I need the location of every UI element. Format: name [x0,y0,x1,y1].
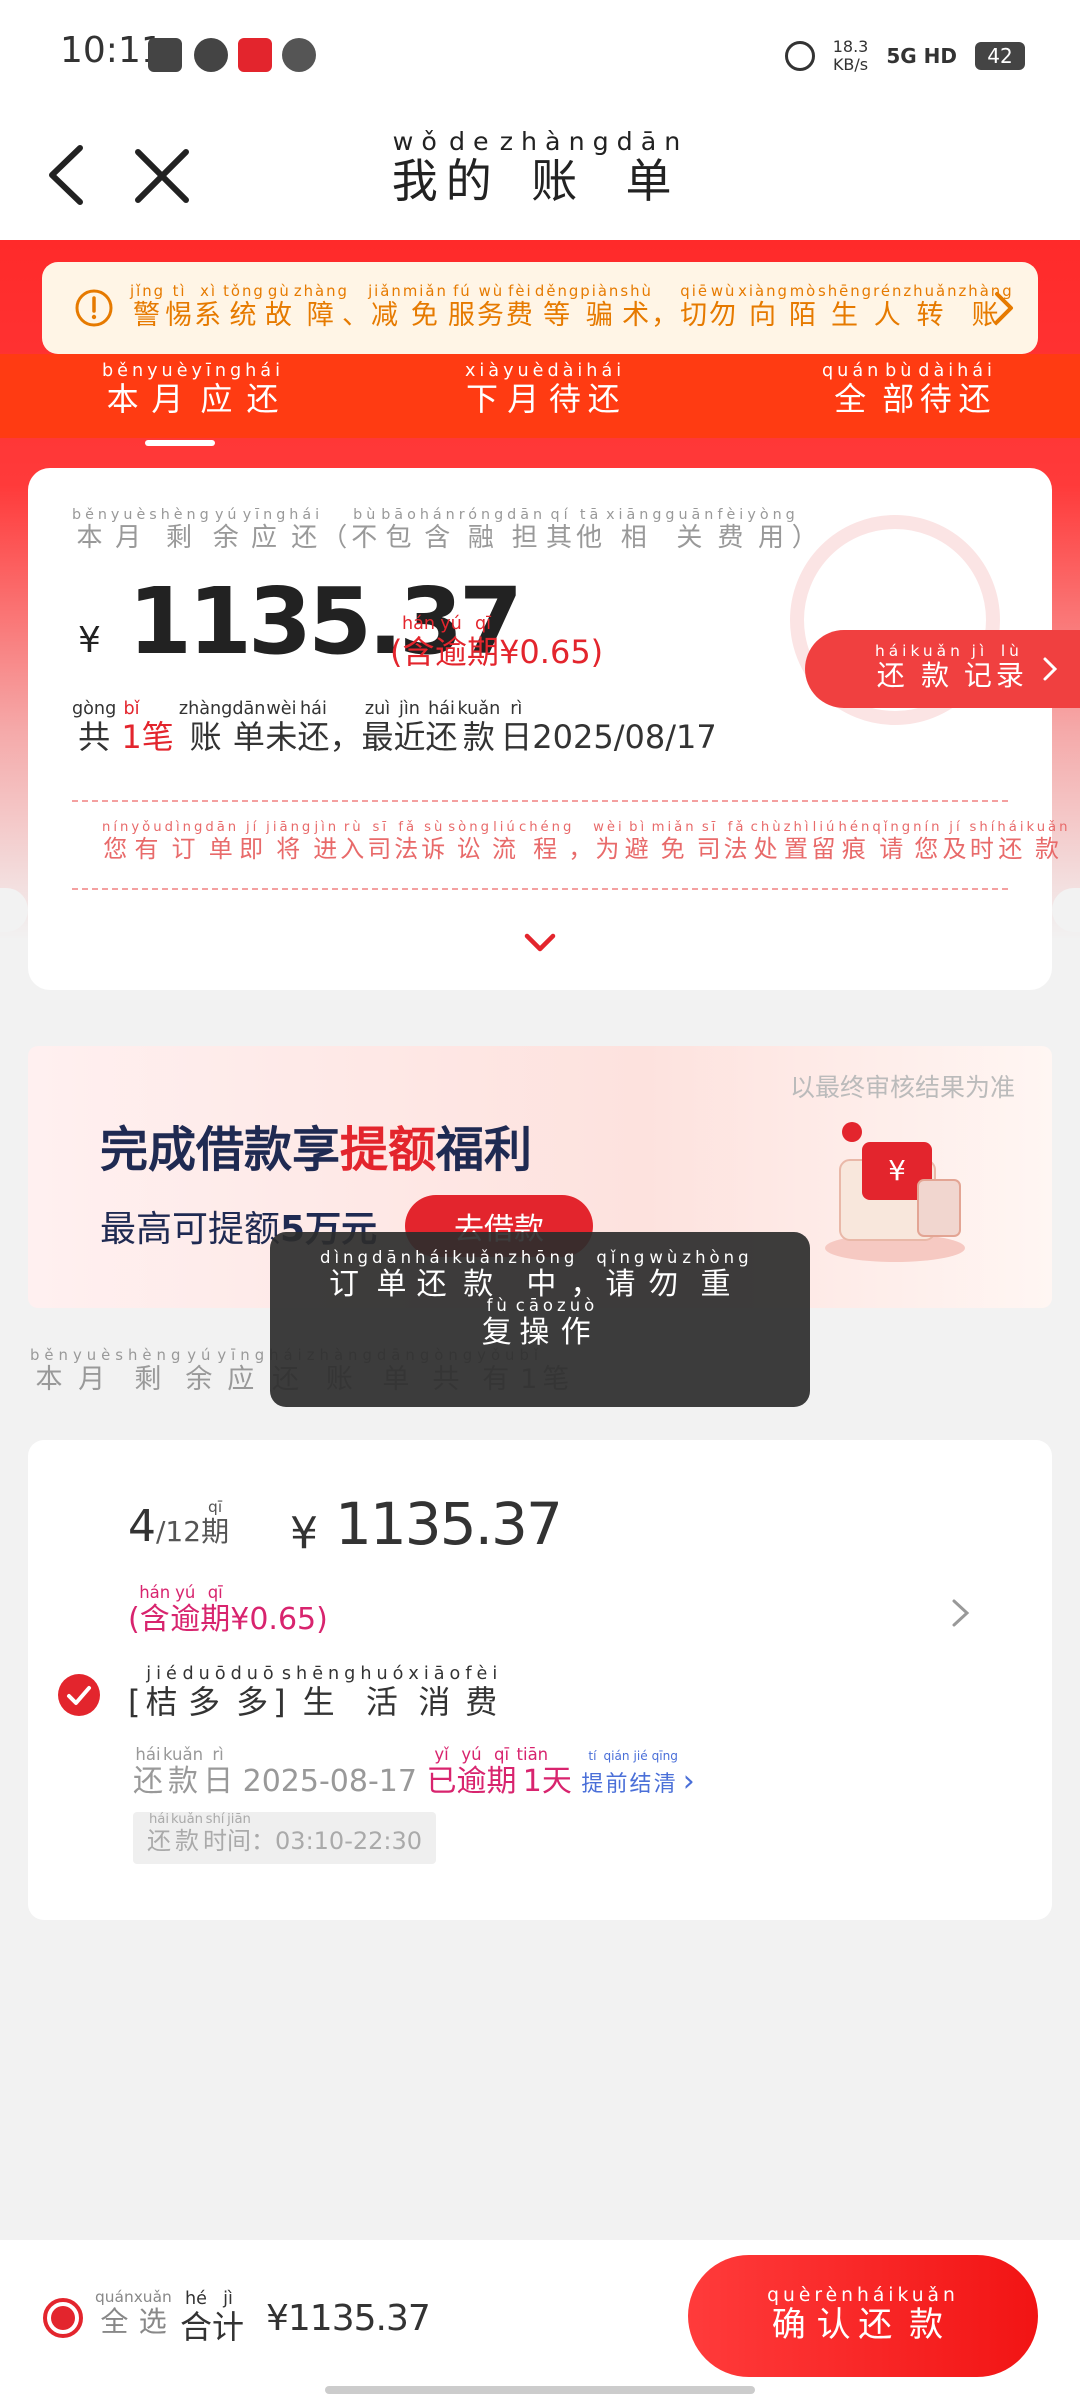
divider [72,800,1008,802]
check-icon[interactable] [58,1674,100,1716]
chevron-right-icon [995,292,1013,324]
bill-count-line: 共gòng 1bǐ笔 账zhàng单dān未wèi还hái，最zuì近jìn还h… [72,699,717,758]
alarm-icon [784,40,815,71]
confirm-repay-button[interactable]: 确què 认rèn 还hái 款kuǎn [688,2255,1038,2377]
banner-title: 完成借款享提额福利 [100,1110,532,1180]
status-right: 18.3 KB/s 5G HD 42 [784,37,1025,74]
prepay-link-label: 提tí前qián结jié清qīng [581,1749,678,1797]
period-number: 4 [128,1501,156,1552]
repay-time-value: 03:10-22:30 [275,1827,423,1855]
check-icon [51,2306,75,2330]
product-brand: [桔jié多duō多duō] [128,1664,291,1721]
header: 我wǒ的de账zhàng单dān [0,110,1080,240]
chevron-down-icon[interactable] [522,930,558,956]
total-label: 合hé计jì [180,2289,245,2346]
select-all-label[interactable]: 全quán选xuǎn [95,2288,172,2340]
speed-unit: KB/s [832,54,869,74]
network-speed: 18.3 [832,37,869,56]
banner-disclaimer: 以最终审核结果为准 [790,1073,1016,1102]
recent-repay-date: 2025/08/17 [532,718,717,756]
product-name: [桔jié多duō多duō]生shēng活huó消xiāo费fèi [128,1664,503,1723]
bill-overdue-prefix: (含hán逾yú期qī [128,1583,231,1637]
chevron-right-icon [1043,657,1058,681]
chevron-right-icon: › [682,1764,695,1799]
svg-text:¥: ¥ [888,1154,906,1187]
toast-message: 订dìng单dān还hái款kuǎn中zhōng，请qǐng勿wù重zhòng复… [270,1232,810,1407]
gift-icon: ¥ [825,1122,965,1262]
tab-bar: 本běn月yuè应yīng还hái 下xià月yuè待dài还hái 全quán… [0,354,1080,438]
currency-symbol: ¥ [78,620,101,661]
overdue-included: (含hán逾yú期qī¥0.65) [390,614,604,673]
banner-title-highlight: 提额 [340,1122,437,1178]
count-middle: 账zhàng单dān未wèi还hái，最zuì近jìn还hái款kuǎn日rì [178,699,533,756]
overdue-status: 已yǐ逾yú期qī1tiān天 [426,1745,572,1799]
overdue-value: ¥0.65) [499,633,604,671]
chevron-right-icon[interactable] [950,1598,972,1628]
bill-overdue-included: (含hán逾yú期qī¥0.65) [128,1583,328,1638]
banner-sub-pre: 最高可提额 [100,1209,281,1250]
count-prefix: 共gòng [72,699,117,756]
due-label: 还hái款kuǎn日rì [133,1745,234,1799]
battery-indicator: 42 [975,41,1025,70]
tab-all-pending[interactable]: 全quán部bù待dài还hái [822,361,996,420]
total-amount: ¥1135.37 [266,2298,431,2339]
fraud-notice-text: 警jǐng惕tì系xì统tǒng故gù障zhàng、减jiǎn免miǎn服fú务… [130,282,1014,331]
repayment-history-button[interactable]: 还hái款kuǎn记jì录lù [805,630,1080,708]
tab-next-month[interactable]: 下xià月yuè待dài还hái [465,361,625,420]
repay-time-badge: 还hái款kuǎn时shí间jiān：03:10-22:30 [133,1812,437,1864]
select-all-checkbox[interactable] [43,2298,83,2338]
prepay-link[interactable]: 提tí前qián结jié清qīng › [581,1749,694,1799]
home-indicator[interactable] [325,2386,755,2394]
legal-warning: 您nín有yǒu订dìng单dān即jí将jiāng进jìn入rù司sī法fǎ诉… [102,820,1071,863]
divider [72,888,1008,890]
banner-title-post: 福利 [436,1122,533,1178]
status-bar: 10:11 18.3 KB/s 5G HD 42 [0,0,1080,110]
banner-title-pre: 完成借款享 [100,1122,341,1178]
period-total: /12 [156,1515,202,1548]
bill-amount: 1135.37 [335,1490,563,1558]
due-line: 还hái款kuǎn日rì 2025-08-17 已yǐ逾yú期qī1tiān天 … [133,1745,695,1800]
message-icon [194,38,228,72]
product-type: 生shēng活huó消xiāo费fèi [281,1664,503,1721]
repayment-history-label: 还hái款kuǎn记jì录lù [875,642,1028,692]
period-unit: 期qī [201,1498,230,1548]
overdue-prefix: (含hán逾yú期qī [390,614,500,671]
warning-icon [75,289,113,327]
due-date: 2025-08-17 [242,1764,417,1799]
fraud-notice-banner[interactable]: 警jǐng惕tì系xì统tǒng故gù障zhàng、减jiǎn免miǎn服fú务… [42,262,1038,354]
summary-label: 本běn月yuè剩shèng余yú应yīng还hái（不bù包bāo含hán融r… [72,507,822,553]
calendar-icon [148,38,182,72]
wechat-icon [282,38,316,72]
network-type: 5G HD [886,43,957,68]
app-icon [238,38,272,72]
bill-overdue-value: ¥0.65) [230,1602,328,1637]
tab-this-month[interactable]: 本běn月yuè应yīng还hái [102,361,284,420]
active-tab-indicator [145,440,215,446]
bill-count: 1bǐ笔 [121,699,174,756]
page-title: 我wǒ的de账zhàng单dān [391,127,689,208]
repay-time-label: 还hái款kuǎn时shí间jiān： [147,1812,276,1855]
bill-currency: ¥ [290,1508,318,1559]
installment-period: 4/12期qī [128,1498,230,1552]
